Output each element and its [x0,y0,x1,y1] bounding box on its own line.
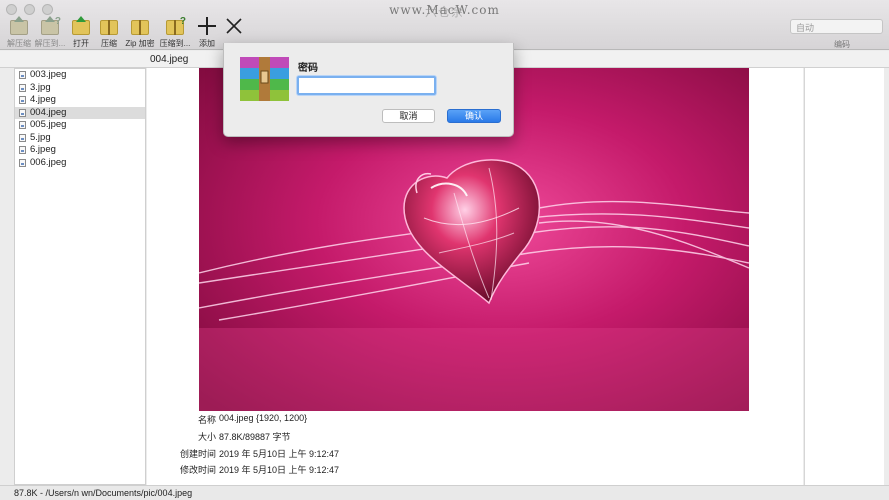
list-item-selected[interactable]: 004.jpeg [15,106,145,119]
zip-encrypt-button[interactable]: Zip 加密 [123,16,157,49]
compress-icon [98,16,120,36]
compress-to-icon: ? [164,16,186,36]
confirm-button[interactable]: 确认 [447,109,501,123]
compress-label: 压缩 [101,39,117,48]
image-file-icon [19,83,26,92]
list-item[interactable]: 006.jpeg [15,157,145,170]
remove-button[interactable] [217,16,251,38]
file-name: 003.jpeg [30,69,67,80]
encoding-select[interactable]: 自动 [790,19,883,34]
cancel-button[interactable]: 取消 [382,109,435,123]
info-modified-label: 修改时间 [179,465,216,475]
image-file-icon [19,158,26,167]
zip-encrypt-label: Zip 加密 [125,39,155,48]
file-name: 004.jpeg [30,106,67,118]
image-file-icon [19,71,26,80]
image-file-icon [19,133,26,142]
file-name: 6.jpeg [30,144,56,155]
encoding-label: 编码 [834,40,850,49]
image-file-icon [19,146,26,155]
file-list[interactable]: 003.jpeg 3.jpg 4.jpeg 004.jpeg 005.jpeg … [14,68,146,485]
file-name: 3.jpg [30,81,51,93]
right-pane [804,68,884,485]
list-item[interactable]: 3.jpg [15,82,145,95]
extract-to-label: 解压到... [34,39,66,48]
info-name-label: 名称 [197,415,216,425]
zip-encrypt-icon [129,16,151,36]
extract-to-icon: ? [39,16,61,36]
file-name: 5.jpg [30,131,51,143]
password-dialog: 密码 取消 确认 [223,43,514,137]
list-item[interactable]: 4.jpeg [15,94,145,107]
info-created-label: 创建时间 [179,449,216,459]
current-file-title: 004.jpeg [150,54,189,65]
file-name: 4.jpeg [30,94,56,105]
info-created-value: 2019 年 5月10日 上午 9:12:47 [219,449,340,459]
info-modified-value: 2019 年 5月10日 上午 9:12:47 [219,465,340,475]
file-name: 006.jpeg [30,156,67,168]
compress-to-label: 压缩到... [159,39,191,48]
extract-icon [8,16,30,36]
list-item[interactable]: 6.jpeg [15,144,145,157]
password-input[interactable] [297,76,436,95]
info-size-label: 大小 [197,432,216,442]
remove-icon [223,16,245,36]
extract-label: 解压缩 [7,39,31,48]
open-folder-icon [70,16,92,36]
file-name: 005.jpeg [30,119,67,130]
list-item[interactable]: 5.jpg [15,132,145,145]
add-label: 添加 [199,39,215,48]
add-icon [196,16,218,36]
info-size-value: 87.8K/89887 字节 [219,432,291,442]
window-title: www.MacW.com 六仓余 [0,3,889,19]
archive-icon [240,57,289,101]
extract-to-button[interactable]: ? 解压到... [33,16,67,49]
image-file-icon [19,121,26,130]
info-name-value: 004.jpeg {1920, 1200} [219,413,308,423]
status-bar: 87.8K - /Users/n wn/Documents/pic/004.jp… [0,485,889,500]
list-item[interactable]: 005.jpeg [15,119,145,132]
password-label: 密码 [298,63,318,74]
extract-button[interactable]: 解压缩 [2,16,36,49]
image-file-icon [19,96,26,105]
list-item[interactable]: 003.jpeg [15,69,145,82]
compress-button[interactable]: 压缩 [92,16,126,49]
compress-to-button[interactable]: ? 压缩到... [158,16,192,49]
image-file-icon [19,108,26,117]
